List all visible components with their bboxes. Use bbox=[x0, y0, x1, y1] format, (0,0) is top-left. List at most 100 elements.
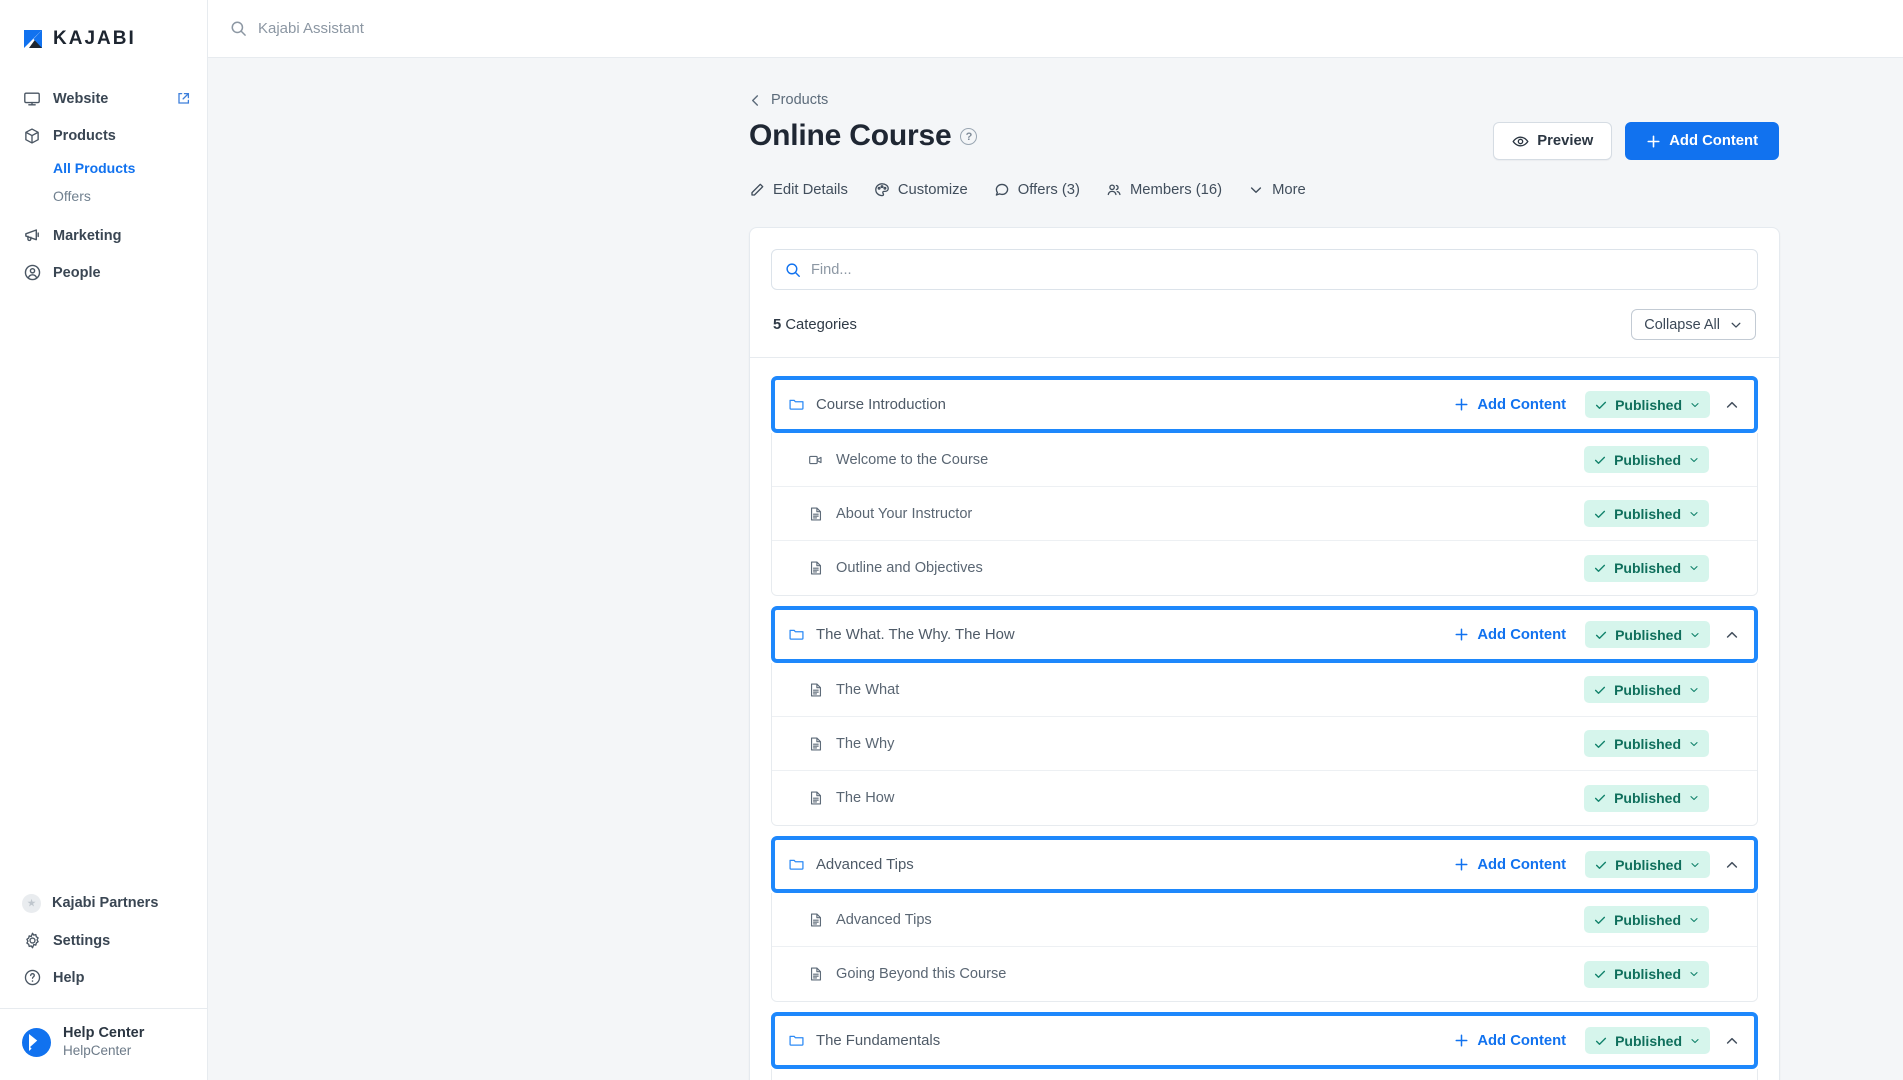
category-header[interactable]: Advanced Tips Add Content Published bbox=[771, 836, 1758, 893]
sidebar-item-offers[interactable]: Offers bbox=[0, 182, 207, 210]
content-item-row[interactable]: The What Published bbox=[772, 663, 1757, 717]
sidebar-item-label: Products bbox=[53, 127, 116, 144]
content-item-row[interactable]: Advanced Tips Published bbox=[772, 893, 1757, 947]
tab-members[interactable]: Members (16) bbox=[1106, 177, 1222, 203]
brand-logo[interactable]: KAJABI bbox=[0, 0, 207, 58]
category-add-content-label: Add Content bbox=[1477, 626, 1567, 643]
find-input[interactable]: Find... bbox=[771, 249, 1758, 290]
category-status-badge[interactable]: Published bbox=[1585, 391, 1710, 418]
chevron-down-icon bbox=[1688, 454, 1700, 466]
category-collapse-toggle[interactable] bbox=[1724, 857, 1740, 873]
breadcrumb[interactable]: Products bbox=[749, 92, 1903, 108]
tab-customize[interactable]: Customize bbox=[874, 177, 968, 203]
category-add-content-button[interactable]: Add Content bbox=[1454, 397, 1566, 413]
sidebar-item-website[interactable]: Website bbox=[0, 80, 207, 117]
content-status-badge[interactable]: Published bbox=[1584, 446, 1709, 473]
document-icon bbox=[808, 682, 824, 698]
sidebar: KAJABI Website Products All Products Off… bbox=[0, 0, 208, 1080]
tab-label: Offers (3) bbox=[1017, 182, 1080, 198]
folder-icon bbox=[788, 396, 805, 413]
check-icon bbox=[1593, 791, 1607, 805]
help-center-card[interactable]: Help Center HelpCenter bbox=[0, 1009, 207, 1080]
external-link-icon[interactable] bbox=[176, 91, 191, 106]
outline-meta-row: 5 Categories Collapse All bbox=[771, 290, 1758, 357]
category-gap bbox=[750, 596, 1779, 606]
sidebar-item-label: Help bbox=[53, 969, 85, 986]
content-item-row[interactable]: Outline and Objectives Published bbox=[772, 541, 1757, 595]
help-center-title: Help Center bbox=[63, 1025, 145, 1042]
outline-list: Course Introduction Add Content Publishe… bbox=[750, 358, 1779, 1080]
sidebar-primary-nav: Website Products All Products Offers Mar… bbox=[0, 80, 207, 291]
main-region: Kajabi Assistant Products Online Course … bbox=[208, 0, 1903, 1080]
category-collapse-toggle[interactable] bbox=[1724, 627, 1740, 643]
category-header[interactable]: Course Introduction Add Content Publishe… bbox=[771, 376, 1758, 433]
plus-icon bbox=[1454, 1033, 1469, 1048]
sidebar-item-help[interactable]: Help bbox=[0, 959, 207, 996]
assistant-search-placeholder: Kajabi Assistant bbox=[258, 20, 364, 37]
category-add-content-label: Add Content bbox=[1477, 1032, 1567, 1049]
content-item-row[interactable]: Going Beyond this Course Published bbox=[772, 947, 1757, 1001]
megaphone-icon bbox=[22, 226, 42, 246]
content-item-row[interactable]: The Why Published bbox=[772, 717, 1757, 771]
category-title-group: The What. The Why. The How bbox=[788, 626, 1015, 643]
document-icon bbox=[808, 912, 824, 928]
sidebar-item-products[interactable]: Products bbox=[0, 117, 207, 154]
plus-icon bbox=[1454, 857, 1469, 872]
category-header[interactable]: The Fundamentals Add Content Published bbox=[771, 1012, 1758, 1069]
category-add-content-button[interactable]: Add Content bbox=[1454, 857, 1566, 873]
category-status-label: Published bbox=[1615, 626, 1682, 643]
content-status-badge[interactable]: Published bbox=[1584, 960, 1709, 988]
chevron-left-icon bbox=[749, 94, 762, 107]
category-collapse-toggle[interactable] bbox=[1724, 397, 1740, 413]
tab-more[interactable]: More bbox=[1248, 177, 1306, 203]
category-collapse-toggle[interactable] bbox=[1724, 1033, 1740, 1049]
collapse-all-dropdown[interactable]: Collapse All bbox=[1631, 309, 1756, 340]
sidebar-item-label: Kajabi Partners bbox=[52, 895, 159, 912]
help-tooltip-icon[interactable]: ? bbox=[960, 128, 978, 145]
content-status-badge[interactable]: Published bbox=[1584, 500, 1709, 527]
category-status-label: Published bbox=[1615, 1032, 1682, 1049]
category-header[interactable]: The What. The Why. The How Add Content P… bbox=[771, 606, 1758, 663]
outline-category-4: The Fundamentals Add Content Published bbox=[750, 1012, 1779, 1069]
sidebar-item-all-products[interactable]: All Products bbox=[0, 154, 207, 182]
content-item-row[interactable]: Welcome to the Course Published bbox=[772, 433, 1757, 487]
category-add-content-label: Add Content bbox=[1477, 396, 1567, 413]
content-item-name: Outline and Objectives bbox=[836, 560, 983, 576]
check-icon bbox=[1593, 683, 1607, 697]
category-gap bbox=[750, 826, 1779, 836]
preview-label: Preview bbox=[1537, 133, 1594, 149]
chevron-down-icon bbox=[1729, 318, 1743, 332]
sidebar-item-kajabi-partners[interactable]: ★ Kajabi Partners bbox=[0, 884, 207, 922]
assistant-search-input[interactable]: Kajabi Assistant bbox=[230, 20, 364, 37]
chevron-down-icon bbox=[1688, 792, 1700, 804]
preview-button[interactable]: Preview bbox=[1493, 122, 1613, 160]
content-item-name: Going Beyond this Course bbox=[836, 966, 1007, 982]
category-items-4: Concept 1 Published bbox=[750, 1069, 1779, 1080]
sidebar-item-label: Website bbox=[53, 90, 109, 107]
add-content-button[interactable]: Add Content bbox=[1625, 122, 1779, 160]
sidebar-item-settings[interactable]: Settings bbox=[0, 922, 207, 959]
page-scroll-area[interactable]: Products Online Course ? Preview Add Con… bbox=[208, 58, 1903, 1080]
content-status-badge[interactable]: Published bbox=[1584, 784, 1709, 812]
sidebar-item-people[interactable]: People bbox=[0, 254, 207, 291]
content-status-label: Published bbox=[1614, 505, 1681, 522]
category-status-badge[interactable]: Published bbox=[1585, 851, 1710, 878]
sidebar-item-marketing[interactable]: Marketing bbox=[0, 217, 207, 254]
check-icon bbox=[1594, 1034, 1608, 1048]
category-add-content-button[interactable]: Add Content bbox=[1454, 1033, 1566, 1049]
tab-label: Members (16) bbox=[1129, 182, 1223, 198]
content-item-row[interactable]: Concept 1 Published bbox=[772, 1069, 1757, 1080]
content-status-badge[interactable]: Published bbox=[1584, 906, 1709, 933]
content-item-row[interactable]: The How Published bbox=[772, 771, 1757, 825]
tab-edit-details[interactable]: Edit Details bbox=[749, 177, 848, 203]
app-root: KAJABI Website Products All Products Off… bbox=[0, 0, 1903, 1080]
category-status-badge[interactable]: Published bbox=[1585, 621, 1710, 648]
content-status-badge[interactable]: Published bbox=[1584, 554, 1709, 582]
content-status-label: Published bbox=[1614, 681, 1681, 698]
category-add-content-button[interactable]: Add Content bbox=[1454, 627, 1566, 643]
content-status-badge[interactable]: Published bbox=[1584, 676, 1709, 703]
tab-offers[interactable]: Offers (3) bbox=[994, 177, 1080, 203]
content-status-badge[interactable]: Published bbox=[1584, 730, 1709, 757]
category-status-badge[interactable]: Published bbox=[1585, 1027, 1710, 1054]
content-item-row[interactable]: About Your Instructor Published bbox=[772, 487, 1757, 541]
